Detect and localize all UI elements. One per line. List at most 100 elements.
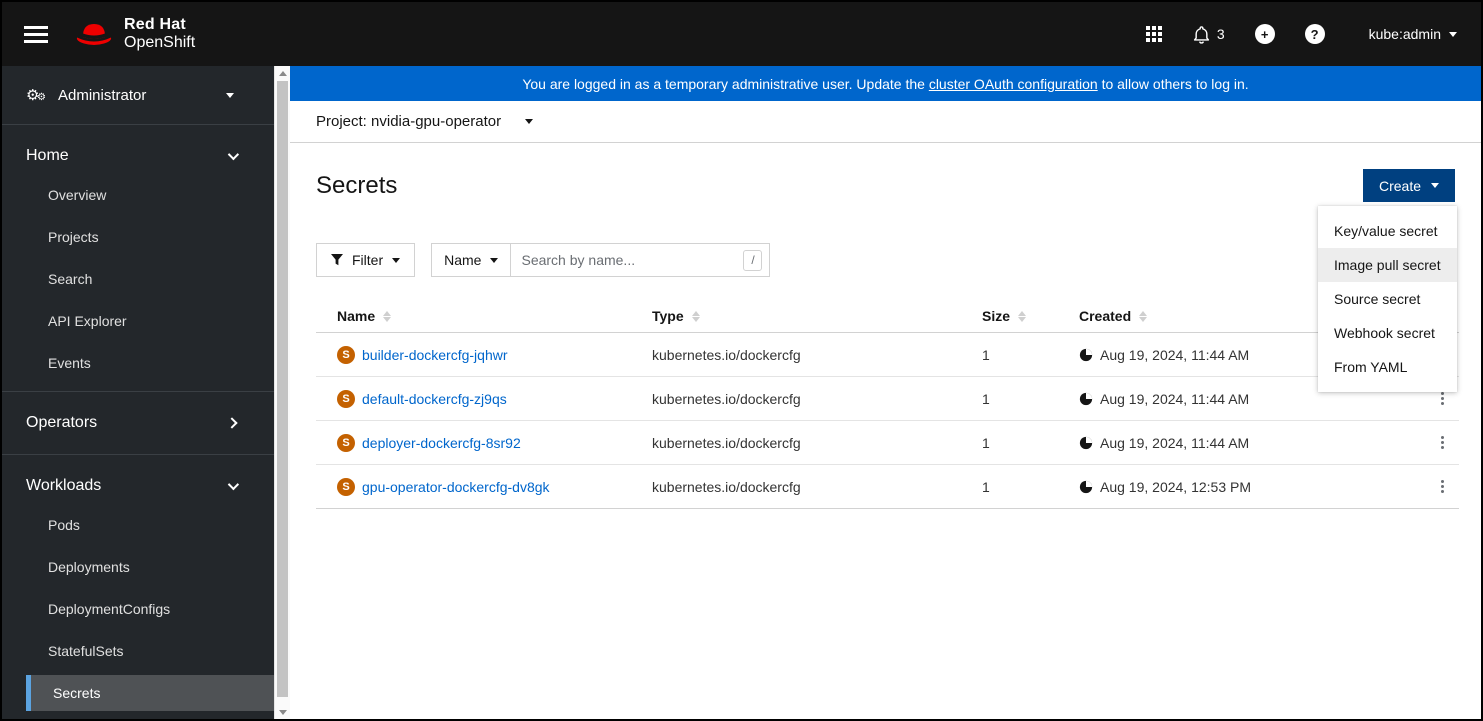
sidebar-item-projects[interactable]: Projects (2, 219, 274, 255)
chevron-down-icon (226, 92, 234, 98)
search-shortcut-hint: / (743, 249, 763, 271)
main-content: You are logged in as a temporary adminis… (290, 66, 1481, 719)
secret-badge-icon: S (337, 345, 355, 364)
nav-group-workloads[interactable]: Workloads (2, 465, 274, 507)
column-header-size[interactable]: Size (982, 308, 1079, 324)
sort-icon[interactable] (1139, 310, 1148, 322)
sidebar-item-secrets[interactable]: Secrets (26, 675, 274, 711)
timestamp-globe-icon (1079, 348, 1093, 361)
menu-item-key-value-secret[interactable]: Key/value secret (1318, 214, 1457, 248)
perspective-switcher[interactable]: ⚙ ⚙ Administrator (2, 66, 274, 125)
chevron-down-icon (227, 478, 240, 491)
search-attribute-dropdown[interactable]: Name (432, 244, 512, 276)
project-selector[interactable]: Project: nvidia-gpu-operator (290, 101, 1481, 143)
secret-link[interactable]: default-dockercfg-zj9qs (362, 391, 507, 407)
chevron-down-icon (1449, 31, 1457, 37)
nav-section-workloads: Workloads Pods Deployments DeploymentCon… (2, 454, 274, 719)
app-launcher-icon[interactable] (1145, 26, 1162, 42)
scroll-up-arrow-icon[interactable] (275, 66, 290, 80)
filter-button-label: Filter (352, 252, 384, 268)
list-toolbar: Filter Name / (316, 243, 1455, 277)
nav-section-operators: Operators (2, 391, 274, 444)
notification-count: 3 (1216, 26, 1225, 42)
project-selector-label: Project: nvidia-gpu-operator (316, 113, 502, 130)
sidebar-scrollbar[interactable] (274, 66, 290, 719)
search-input[interactable] (511, 244, 744, 276)
sidebar-item-search[interactable]: Search (2, 261, 274, 297)
timestamp-globe-icon (1079, 392, 1093, 405)
sidebar-item-deploymentconfigs[interactable]: DeploymentConfigs (2, 591, 274, 627)
secret-created: Aug 19, 2024, 11:44 AM (1100, 346, 1250, 363)
chevron-down-icon (490, 257, 499, 263)
cluster-oauth-configuration-link[interactable]: cluster OAuth configuration (929, 76, 1098, 92)
chevron-down-icon (392, 257, 401, 263)
secret-type: kubernetes.io/dockercfg (652, 478, 801, 495)
chevron-down-icon (1431, 183, 1439, 188)
bell-icon (1193, 25, 1209, 44)
user-menu[interactable]: kube:admin (1369, 26, 1457, 42)
chevron-down-icon (227, 148, 240, 161)
secret-size: 1 (982, 434, 990, 451)
kebab-menu-icon[interactable] (1437, 476, 1448, 497)
sidebar-item-overview[interactable]: Overview (2, 177, 274, 213)
menu-item-image-pull-secret[interactable]: Image pull secret (1318, 248, 1457, 282)
sort-icon[interactable] (691, 310, 700, 322)
secrets-table: Name Type Size Created S builder-dockerc… (316, 300, 1459, 509)
scrollbar-thumb[interactable] (277, 81, 288, 697)
login-notice-banner: You are logged in as a temporary adminis… (290, 66, 1481, 101)
timestamp-globe-icon (1079, 480, 1093, 493)
redhat-fedora-icon (76, 23, 112, 45)
sidebar-item-deployments[interactable]: Deployments (2, 549, 274, 585)
nav-section-home: Home Overview Projects Search API Explor… (2, 125, 274, 381)
openshift-console-window: Red Hat OpenShift 3 + ? kube:admin ⚙ ⚙ A… (0, 0, 1483, 721)
column-header-type[interactable]: Type (652, 308, 982, 324)
secret-type: kubernetes.io/dockercfg (652, 346, 801, 363)
table-row: S default-dockercfg-zj9qs kubernetes.io/… (316, 377, 1459, 421)
chevron-down-icon (525, 119, 534, 124)
sort-icon[interactable] (1018, 310, 1027, 322)
secret-badge-icon: S (337, 433, 355, 452)
search-attribute-label: Name (444, 252, 482, 268)
sidebar-item-pods[interactable]: Pods (2, 507, 274, 543)
help-icon[interactable]: ? (1304, 24, 1325, 44)
secret-size: 1 (982, 346, 990, 363)
cogs-icon: ⚙ ⚙ (26, 87, 46, 104)
menu-item-webhook-secret[interactable]: Webhook secret (1318, 316, 1457, 350)
secret-link[interactable]: gpu-operator-dockercfg-dv8gk (362, 479, 550, 495)
filter-button[interactable]: Filter (316, 243, 416, 277)
brand-line1: Red Hat (124, 16, 186, 33)
page-title: Secrets (316, 172, 398, 199)
nav-group-home[interactable]: Home (2, 135, 274, 177)
secret-size: 1 (982, 478, 990, 495)
nav-group-workloads-label: Workloads (26, 477, 102, 494)
column-header-name[interactable]: Name (316, 308, 652, 324)
secret-created: Aug 19, 2024, 11:44 AM (1100, 434, 1250, 451)
brand-line2: OpenShift (124, 34, 196, 51)
banner-text-after: to allow others to log in. (1097, 75, 1249, 92)
secret-badge-icon: S (337, 477, 355, 496)
secret-link[interactable]: builder-dockercfg-jqhwr (362, 347, 508, 363)
banner-text-before: You are logged in as a temporary adminis… (522, 75, 929, 92)
menu-item-source-secret[interactable]: Source secret (1318, 282, 1457, 316)
menu-item-from-yaml[interactable]: From YAML (1318, 350, 1457, 384)
secret-created: Aug 19, 2024, 11:44 AM (1100, 390, 1250, 407)
create-button[interactable]: Create (1362, 169, 1455, 202)
secret-created: Aug 19, 2024, 12:53 PM (1100, 478, 1251, 495)
secret-badge-icon: S (337, 389, 355, 408)
username: kube:admin (1368, 26, 1441, 42)
nav-group-operators[interactable]: Operators (2, 402, 274, 444)
kebab-menu-icon[interactable] (1437, 432, 1448, 453)
quick-create-icon[interactable]: + (1254, 24, 1275, 44)
notifications-button[interactable]: 3 (1192, 25, 1225, 44)
sidebar-item-events[interactable]: Events (2, 345, 274, 381)
hamburger-menu-icon[interactable] (24, 25, 48, 43)
sidebar-item-configmaps[interactable]: ConfigMaps (2, 717, 274, 719)
sidebar-item-statefulsets[interactable]: StatefulSets (2, 633, 274, 669)
secret-link[interactable]: deployer-dockercfg-8sr92 (362, 435, 521, 451)
create-dropdown-menu: Key/value secret Image pull secret Sourc… (1318, 206, 1457, 392)
sort-icon[interactable] (383, 310, 392, 322)
table-row: S builder-dockercfg-jqhwr kubernetes.io/… (316, 333, 1459, 377)
scroll-down-arrow-icon[interactable] (275, 705, 290, 719)
redhat-openshift-logo[interactable]: Red Hat OpenShift (74, 16, 195, 52)
sidebar-item-api-explorer[interactable]: API Explorer (2, 303, 274, 339)
